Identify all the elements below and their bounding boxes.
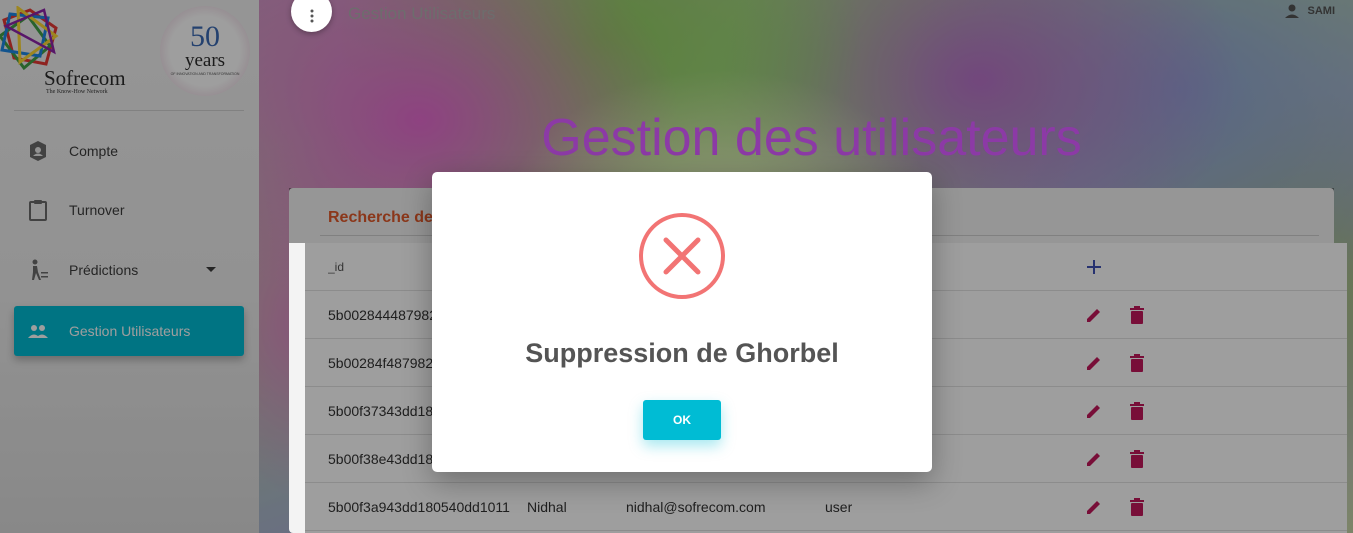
error-x-icon — [639, 213, 725, 299]
sidebar-overlay — [0, 0, 259, 533]
ok-button[interactable]: OK — [643, 400, 721, 440]
page-title: Gestion Utilisateurs — [348, 4, 496, 23]
hero-title: Gestion des utilisateurs — [541, 109, 1082, 167]
alert-dialog: Suppression de Ghorbel OK — [432, 172, 932, 472]
user-icon — [1284, 4, 1299, 18]
dialog-title: Suppression de Ghorbel — [525, 338, 839, 368]
more-vertical-icon — [310, 9, 313, 22]
user-name: SAMI — [1307, 5, 1336, 17]
user-menu[interactable]: SAMI — [1284, 3, 1336, 19]
